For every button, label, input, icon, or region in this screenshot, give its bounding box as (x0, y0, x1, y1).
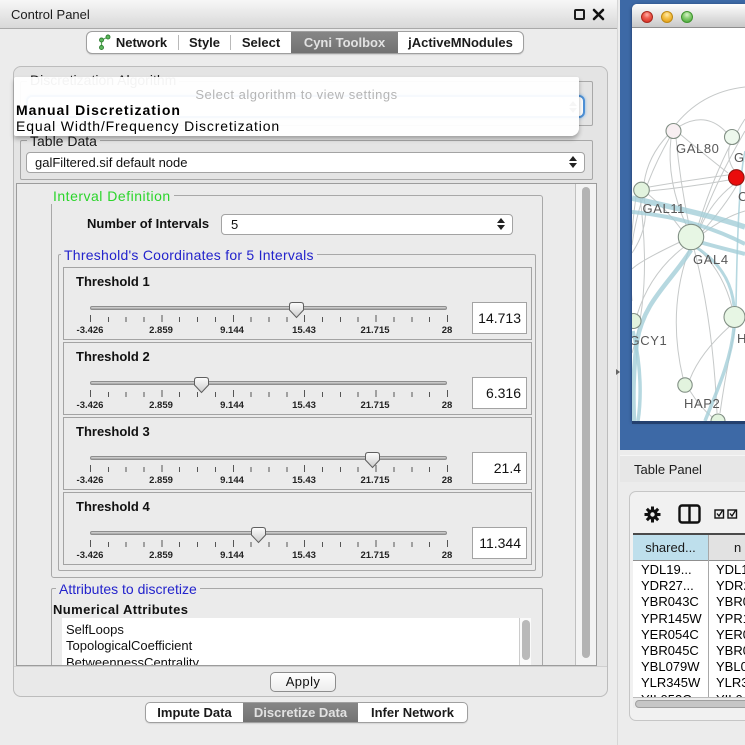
svg-text:GCY1: GCY1 (632, 333, 667, 348)
svg-text:C: C (738, 189, 745, 204)
svg-text:GAL11: GAL11 (643, 201, 686, 216)
svg-text:GAL4: GAL4 (693, 252, 729, 267)
svg-text:GA: GA (734, 150, 745, 165)
svg-text:HAP2: HAP2 (684, 396, 720, 411)
svg-text:H: H (737, 331, 745, 346)
svg-text:GAL80: GAL80 (676, 141, 719, 156)
